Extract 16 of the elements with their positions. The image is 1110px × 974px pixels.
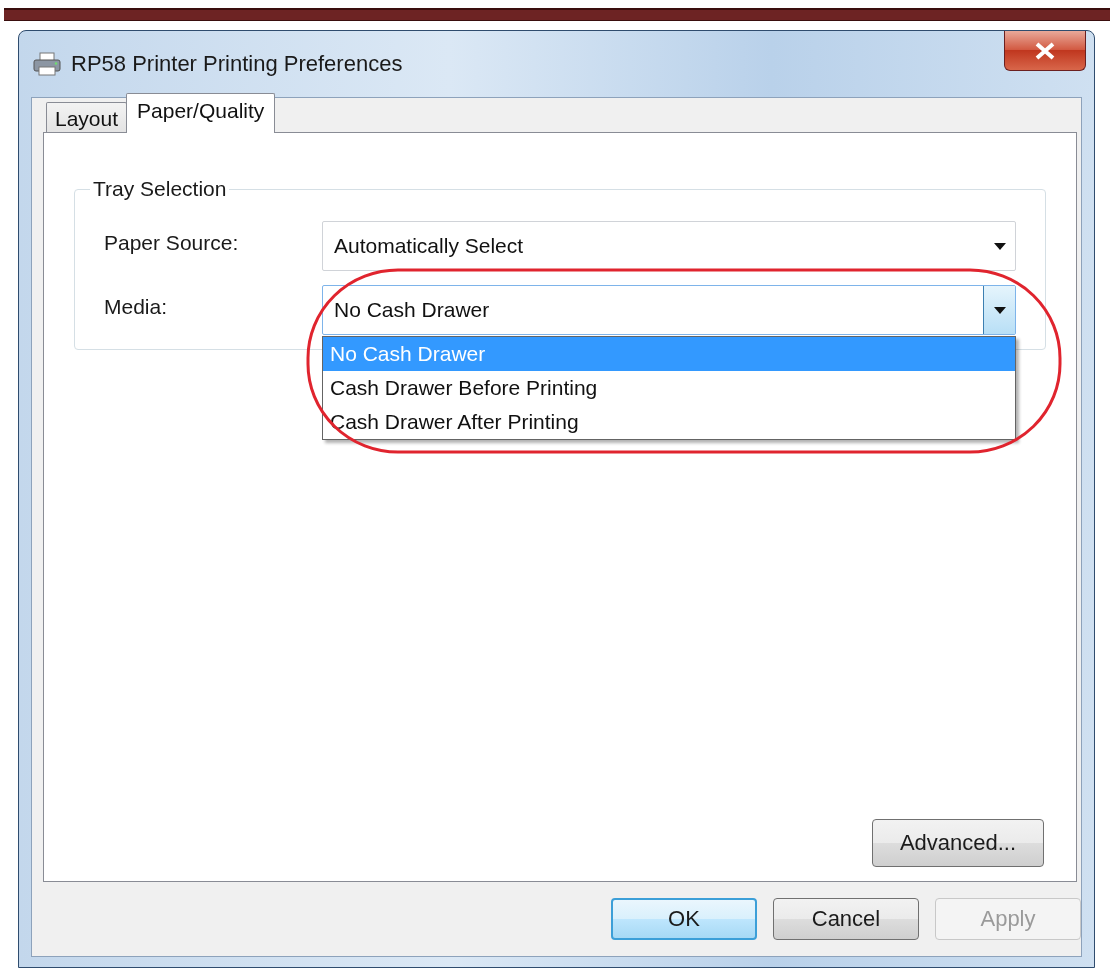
- close-button[interactable]: [1004, 31, 1086, 71]
- group-title: Tray Selection: [92, 177, 228, 201]
- dialog-button[interactable]: Cancel: [773, 898, 919, 940]
- tab[interactable]: Paper/Quality: [126, 93, 276, 133]
- dialog-button[interactable]: OK: [611, 898, 757, 940]
- caret-icon: [993, 242, 1006, 250]
- field-label: Media:: [104, 294, 169, 319]
- dropdown-field[interactable]: Automatically Select: [322, 221, 1016, 271]
- advanced-button[interactable]: Advanced...: [872, 819, 1044, 867]
- tab[interactable]: Layout: [46, 102, 128, 132]
- printer-icon: [33, 52, 61, 76]
- window-title: RP58 Printer Printing Preferences: [71, 51, 404, 77]
- close-icon: [1033, 40, 1057, 61]
- caret-icon: [993, 306, 1006, 314]
- field-label: Paper Source:: [104, 230, 240, 255]
- dropdown-option[interactable]: Cash Drawer Before Printing: [323, 371, 1015, 405]
